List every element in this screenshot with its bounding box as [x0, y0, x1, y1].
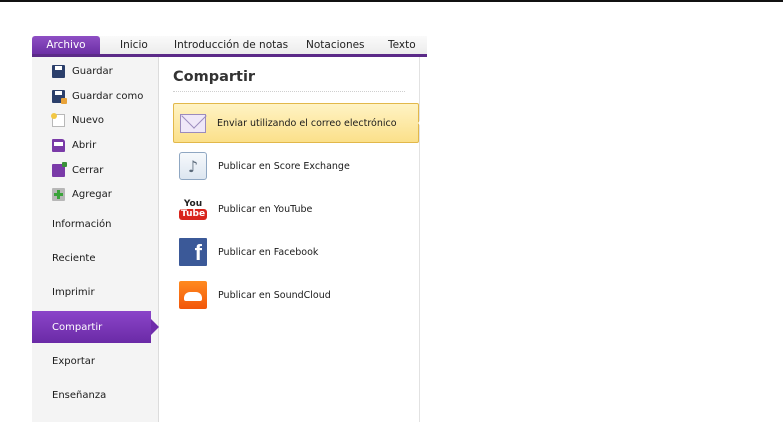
abrir-button[interactable]: Abrir	[52, 137, 96, 153]
guardar-label: Guardar	[72, 65, 113, 77]
title-divider	[173, 91, 405, 92]
backstage-nav: Guardar Guardar como Nuevo Abrir Cerrar …	[32, 57, 159, 422]
agregar-label: Agregar	[72, 188, 112, 200]
tab-archivo[interactable]: Archivo	[32, 36, 100, 55]
share-facebook-label: Publicar en Facebook	[218, 246, 319, 258]
new-document-icon	[51, 112, 65, 127]
nav-item-exportar[interactable]: Exportar	[52, 356, 95, 367]
score-exchange-icon: ♪	[179, 152, 207, 180]
tab-introduccion-de-notas[interactable]: Introducción de notas	[174, 36, 288, 55]
save-icon	[52, 64, 65, 78]
facebook-icon: f	[179, 238, 207, 266]
ribbon-tab-bar: Archivo Inicio Introducción de notas Not…	[32, 36, 427, 55]
share-youtube-label: Publicar en YouTube	[218, 203, 313, 215]
cerrar-button[interactable]: Cerrar	[52, 161, 104, 178]
save-as-icon	[52, 89, 67, 104]
guardar-como-button[interactable]: Guardar como	[52, 88, 143, 104]
share-facebook-option[interactable]: f Publicar en Facebook	[173, 232, 419, 272]
share-soundcloud-label: Publicar en SoundCloud	[218, 289, 331, 301]
close-folder-icon	[52, 161, 67, 177]
youtube-icon-you: You	[183, 198, 203, 209]
agregar-button[interactable]: Agregar	[52, 186, 112, 202]
share-score-exchange-label: Publicar en Score Exchange	[218, 160, 350, 172]
tab-inicio[interactable]: Inicio	[120, 36, 148, 55]
share-youtube-option[interactable]: You Tube Publicar en YouTube	[173, 189, 419, 229]
nav-item-imprimir[interactable]: Imprimir	[52, 287, 95, 298]
share-soundcloud-option[interactable]: Publicar en SoundCloud	[173, 275, 419, 315]
nav-item-compartir-label: Compartir	[52, 321, 103, 333]
nav-item-compartir[interactable]: Compartir	[32, 311, 159, 343]
guardar-button[interactable]: Guardar	[52, 63, 113, 79]
nav-item-ensenanza[interactable]: Enseñanza	[52, 390, 106, 401]
tab-notaciones[interactable]: Notaciones	[306, 36, 365, 55]
guardar-como-label: Guardar como	[72, 90, 144, 102]
nav-item-reciente[interactable]: Reciente	[52, 253, 96, 264]
open-folder-icon	[52, 138, 65, 152]
nav-item-informacion[interactable]: Información	[52, 219, 111, 230]
nuevo-button[interactable]: Nuevo	[51, 112, 105, 128]
share-score-exchange-option[interactable]: ♪ Publicar en Score Exchange	[173, 146, 419, 186]
share-pane: Compartir Enviar utilizando el correo el…	[159, 57, 424, 422]
share-email-option[interactable]: Enviar utilizando el correo electrónico	[173, 103, 424, 143]
window-top-border	[0, 0, 783, 2]
nuevo-label: Nuevo	[72, 114, 105, 126]
youtube-icon: You Tube	[178, 195, 208, 223]
tab-texto[interactable]: Texto	[388, 36, 416, 55]
envelope-icon	[180, 113, 206, 133]
add-icon	[52, 187, 65, 201]
abrir-label: Abrir	[72, 139, 97, 151]
cerrar-label: Cerrar	[72, 164, 104, 176]
youtube-icon-tube: Tube	[178, 208, 208, 220]
page-title: Compartir	[173, 69, 256, 85]
soundcloud-icon	[179, 281, 207, 309]
share-email-label: Enviar utilizando el correo electrónico	[217, 117, 397, 129]
